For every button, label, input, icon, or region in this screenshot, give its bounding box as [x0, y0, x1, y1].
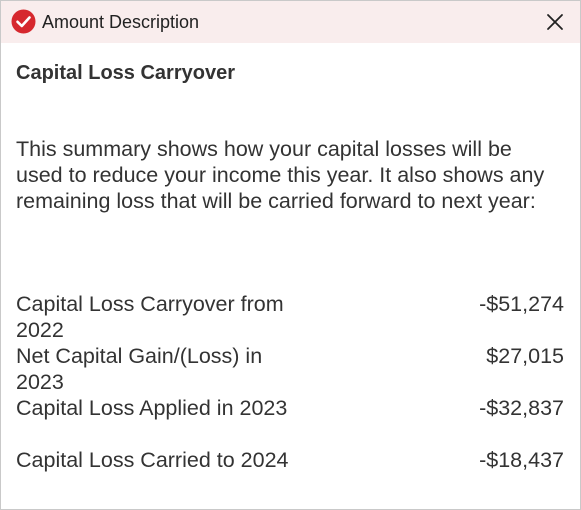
summary-table: Capital Loss Carryover from 2022 -$51,27…	[16, 291, 566, 499]
row-value: -$32,837	[479, 396, 564, 420]
summary-description: This summary shows how your capital loss…	[16, 137, 545, 213]
row-value: $27,015	[486, 344, 564, 368]
amount-description-dialog: Amount Description Capital Loss Carryove…	[0, 0, 581, 510]
summary-row-carryover: Capital Loss Carryover from 2022 -$51,27…	[16, 291, 566, 343]
row-label: Capital Loss Applied in 2023	[16, 396, 288, 420]
row-label: Capital Loss Carried to 2024	[16, 448, 289, 472]
row-label: Net Capital Gain/(Loss) in 2023	[16, 344, 263, 394]
summary-row-net-gain: Net Capital Gain/(Loss) in 2023 $27,015	[16, 343, 566, 395]
dialog-titlebar: Amount Description	[1, 1, 580, 43]
close-button[interactable]	[541, 8, 569, 36]
dialog-title: Amount Description	[42, 12, 200, 32]
row-value: -$51,274	[479, 292, 564, 316]
row-value: -$18,437	[479, 448, 564, 472]
summary-row-applied: Capital Loss Applied in 2023 -$32,837	[16, 395, 566, 447]
row-label: Capital Loss Carryover from 2022	[16, 292, 284, 342]
check-circle-icon	[11, 9, 36, 34]
close-icon[interactable]	[541, 8, 569, 36]
section-heading: Capital Loss Carryover	[16, 62, 235, 84]
summary-row-carried-forward: Capital Loss Carried to 2024 -$18,437	[16, 447, 566, 499]
